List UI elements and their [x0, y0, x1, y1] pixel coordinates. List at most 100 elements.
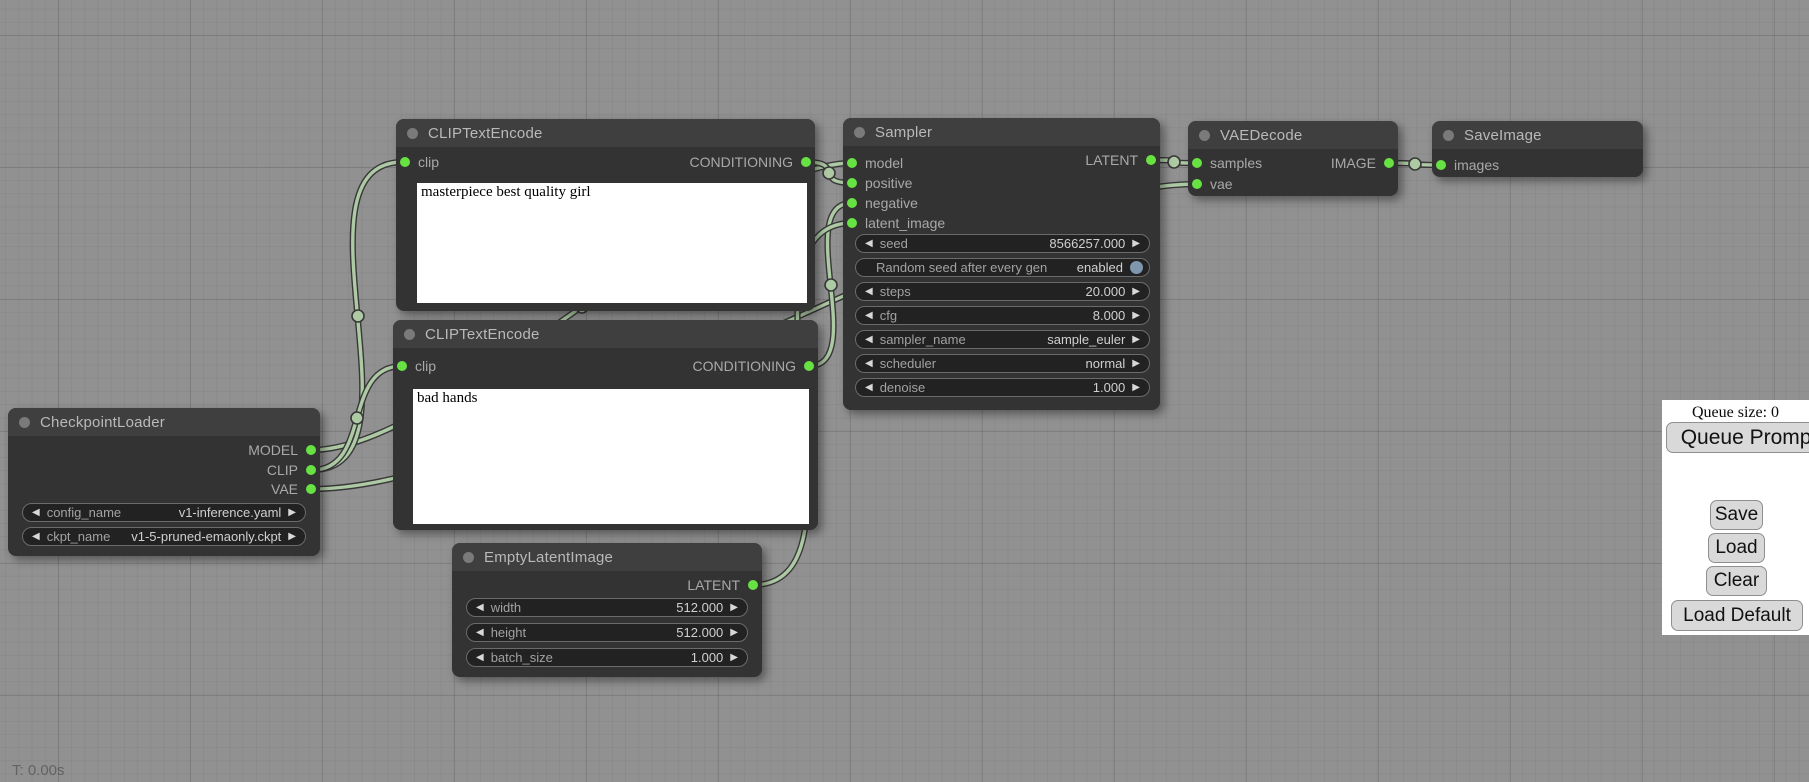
increment-arrow-icon[interactable]: ▶ — [1132, 239, 1140, 249]
increment-arrow-icon[interactable]: ▶ — [1132, 359, 1140, 369]
widget-random-seed-toggle[interactable]: Random seed after every gen enabled — [855, 258, 1150, 277]
collapse-dot[interactable] — [1443, 130, 1454, 141]
widget-value: enabled — [1077, 260, 1123, 275]
widget-height[interactable]: ◀ height 512.000 ▶ — [466, 623, 748, 642]
link-midpoint-dot — [1168, 156, 1180, 168]
node-sampler[interactable]: Sampler model positive negative latent_i… — [843, 118, 1160, 410]
widget-label: config_name — [47, 505, 121, 520]
collapse-dot[interactable] — [854, 127, 865, 138]
load-default-button[interactable]: Load Default — [1671, 600, 1803, 631]
decrement-arrow-icon[interactable]: ◀ — [476, 603, 484, 613]
input-slot-dot[interactable] — [400, 157, 410, 167]
input-slot-dot[interactable] — [1192, 158, 1202, 168]
node-title-bar[interactable]: Sampler — [843, 118, 1160, 146]
widget-label: Random seed after every gen — [876, 260, 1047, 275]
decrement-arrow-icon[interactable]: ◀ — [32, 508, 40, 518]
output-slot-dot[interactable] — [306, 465, 316, 475]
widget-label: width — [491, 600, 521, 615]
slot-label: model — [865, 155, 903, 171]
widget-cfg[interactable]: ◀ cfg 8.000 ▶ — [855, 306, 1150, 325]
widget-seed[interactable]: ◀ seed 8566257.000 ▶ — [855, 234, 1150, 253]
output-slot-image: IMAGE — [1331, 153, 1394, 173]
widget-scheduler[interactable]: ◀ scheduler normal ▶ — [855, 354, 1150, 373]
slot-label: CONDITIONING — [693, 358, 796, 374]
collapse-dot[interactable] — [407, 128, 418, 139]
decrement-arrow-icon[interactable]: ◀ — [865, 287, 873, 297]
node-save-image[interactable]: SaveImage images — [1432, 121, 1643, 177]
collapse-dot[interactable] — [404, 329, 415, 340]
widget-ckpt-name[interactable]: ◀ ckpt_name v1-5-pruned-emaonly.ckpt ▶ — [22, 527, 306, 546]
increment-arrow-icon[interactable]: ▶ — [730, 653, 738, 663]
input-slot-dot[interactable] — [847, 158, 857, 168]
node-title-bar[interactable]: SaveImage — [1432, 121, 1643, 149]
input-slot-dot[interactable] — [1436, 160, 1446, 170]
graph-canvas[interactable]: CLIPTextEncode clip CONDITIONING masterp… — [0, 0, 1809, 782]
input-slot-samples: samples — [1192, 153, 1262, 173]
output-slot-dot[interactable] — [306, 445, 316, 455]
prompt-textarea-negative[interactable]: bad hands — [413, 389, 809, 524]
widget-value: 512.000 — [676, 625, 723, 640]
node-title-bar[interactable]: VAEDecode — [1188, 121, 1398, 149]
output-slot-dot[interactable] — [1384, 158, 1394, 168]
increment-arrow-icon[interactable]: ▶ — [1132, 383, 1140, 393]
widget-steps[interactable]: ◀ steps 20.000 ▶ — [855, 282, 1150, 301]
input-slot-dot[interactable] — [397, 361, 407, 371]
load-button[interactable]: Load — [1708, 533, 1765, 563]
node-clip-text-encode-negative[interactable]: CLIPTextEncode clip CONDITIONING bad han… — [393, 320, 818, 530]
node-vae-decode[interactable]: VAEDecode samples vae IMAGE — [1188, 121, 1398, 196]
node-title-bar[interactable]: EmptyLatentImage — [452, 543, 762, 571]
increment-arrow-icon[interactable]: ▶ — [1132, 335, 1140, 345]
node-title-bar[interactable]: CLIPTextEncode — [396, 119, 815, 147]
node-clip-text-encode-positive[interactable]: CLIPTextEncode clip CONDITIONING masterp… — [396, 119, 815, 311]
collapse-dot[interactable] — [1199, 130, 1210, 141]
input-slot-dot[interactable] — [1192, 179, 1202, 189]
input-slot-latent-image: latent_image — [847, 213, 945, 233]
toggle-dot[interactable] — [1130, 261, 1143, 274]
node-title-bar[interactable]: CLIPTextEncode — [393, 320, 818, 348]
increment-arrow-icon[interactable]: ▶ — [288, 508, 296, 518]
decrement-arrow-icon[interactable]: ◀ — [476, 653, 484, 663]
widget-label: seed — [880, 236, 908, 251]
widget-batch-size[interactable]: ◀ batch_size 1.000 ▶ — [466, 648, 748, 667]
collapse-dot[interactable] — [463, 552, 474, 563]
output-slot-dot[interactable] — [748, 580, 758, 590]
output-slot-dot[interactable] — [1146, 155, 1156, 165]
input-slot-vae: vae — [1192, 174, 1233, 194]
output-slot-dot[interactable] — [804, 361, 814, 371]
node-checkpoint-loader[interactable]: CheckpointLoader MODEL CLIP VAE ◀ config… — [8, 408, 320, 556]
increment-arrow-icon[interactable]: ▶ — [1132, 287, 1140, 297]
widget-width[interactable]: ◀ width 512.000 ▶ — [466, 598, 748, 617]
node-title-bar[interactable]: CheckpointLoader — [8, 408, 320, 436]
prompt-textarea-positive[interactable]: masterpiece best quality girl — [417, 183, 807, 303]
increment-arrow-icon[interactable]: ▶ — [288, 532, 296, 542]
output-slot-dot[interactable] — [801, 157, 811, 167]
clear-button[interactable]: Clear — [1706, 566, 1767, 596]
save-button[interactable]: Save — [1710, 500, 1763, 530]
input-slot-dot[interactable] — [847, 178, 857, 188]
node-empty-latent-image[interactable]: EmptyLatentImage LATENT ◀ width 512.000 … — [452, 543, 762, 677]
input-slot-dot[interactable] — [847, 198, 857, 208]
node-title: Sampler — [875, 124, 932, 141]
widget-label: denoise — [880, 380, 926, 395]
decrement-arrow-icon[interactable]: ◀ — [476, 628, 484, 638]
decrement-arrow-icon[interactable]: ◀ — [865, 359, 873, 369]
input-slot-dot[interactable] — [847, 218, 857, 228]
widget-denoise[interactable]: ◀ denoise 1.000 ▶ — [855, 378, 1150, 397]
decrement-arrow-icon[interactable]: ◀ — [865, 383, 873, 393]
output-slot-dot[interactable] — [306, 484, 316, 494]
increment-arrow-icon[interactable]: ▶ — [730, 628, 738, 638]
decrement-arrow-icon[interactable]: ◀ — [865, 311, 873, 321]
slot-label: CLIP — [267, 462, 298, 478]
decrement-arrow-icon[interactable]: ◀ — [865, 335, 873, 345]
queue-prompt-button[interactable]: Queue Prompt — [1666, 422, 1809, 453]
output-slot-conditioning: CONDITIONING — [693, 356, 814, 376]
widget-sampler-name[interactable]: ◀ sampler_name sample_euler ▶ — [855, 330, 1150, 349]
decrement-arrow-icon[interactable]: ◀ — [865, 239, 873, 249]
node-title: VAEDecode — [1220, 127, 1302, 144]
collapse-dot[interactable] — [19, 417, 30, 428]
increment-arrow-icon[interactable]: ▶ — [1132, 311, 1140, 321]
slot-label: vae — [1210, 176, 1233, 192]
increment-arrow-icon[interactable]: ▶ — [730, 603, 738, 613]
decrement-arrow-icon[interactable]: ◀ — [32, 532, 40, 542]
widget-config-name[interactable]: ◀ config_name v1-inference.yaml ▶ — [22, 503, 306, 522]
